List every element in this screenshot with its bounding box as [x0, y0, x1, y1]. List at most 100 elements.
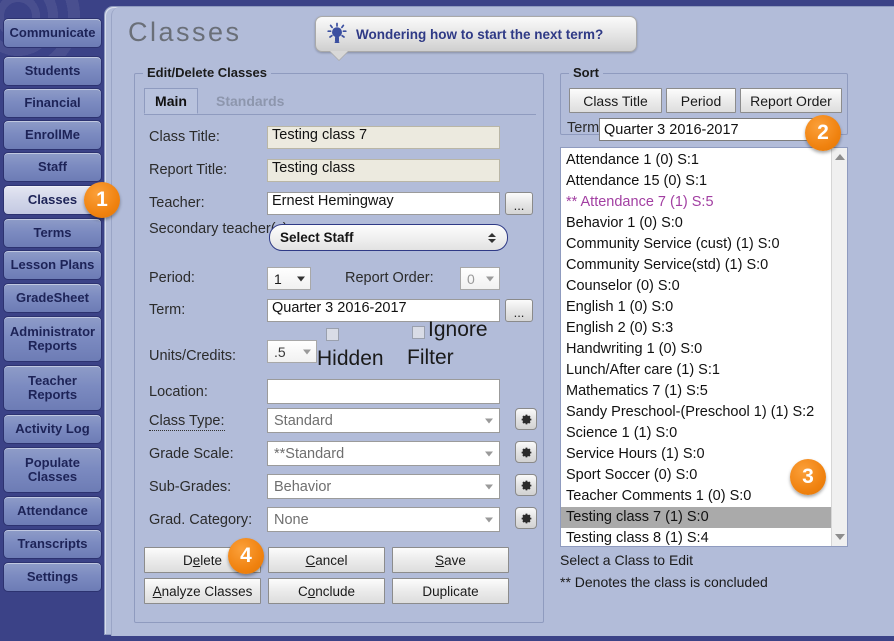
scroll-up-arrow-icon[interactable]: [834, 154, 845, 160]
list-item[interactable]: Community Service(std) (1) S:0: [561, 255, 831, 276]
grade-scale-settings-button[interactable]: [515, 441, 537, 463]
sub-grades-settings-button[interactable]: [515, 474, 537, 496]
sidebar-item-administrator-reports[interactable]: Administrator Reports: [3, 316, 102, 362]
step-badge-3: 3: [790, 459, 826, 495]
sort-term-value: Quarter 3 2016-2017: [604, 121, 739, 138]
tip-banner[interactable]: Wondering how to start the next term?: [315, 16, 637, 52]
sidebar-item-label: Populate Classes: [25, 455, 80, 484]
report-order-label: Report Order:: [345, 270, 434, 286]
list-item[interactable]: Counselor (0) S:0: [561, 276, 831, 297]
analyze-classes-button[interactable]: Analyze Classes: [144, 578, 261, 604]
term-label: Term:: [149, 302, 186, 318]
list-item-selected[interactable]: Testing class 7 (1) S:0: [561, 507, 831, 528]
location-input[interactable]: [267, 379, 500, 404]
duplicate-button[interactable]: Duplicate: [392, 578, 509, 604]
cancel-button-label: Cancel: [305, 552, 348, 568]
hidden-checkbox[interactable]: [326, 328, 339, 341]
tab-main[interactable]: Main: [144, 88, 198, 114]
sidebar-item-populate-classes[interactable]: Populate Classes: [3, 447, 102, 493]
sidebar-item-label: Administrator Reports: [9, 324, 96, 353]
sort-term-select[interactable]: Quarter 3 2016-2017: [599, 118, 825, 141]
grad-category-settings-button[interactable]: [515, 507, 537, 529]
list-item[interactable]: English 1 (0) S:0: [561, 297, 831, 318]
list-item[interactable]: Behavior 1 (0) S:0: [561, 213, 831, 234]
grad-category-label: Grad. Category:: [149, 512, 253, 528]
sort-panel: Sort Class Title Period Report Order Ter…: [560, 65, 848, 141]
ignore-filter-checkbox[interactable]: [412, 326, 425, 339]
ignore-filter-label-line2: Filter: [407, 346, 454, 369]
sort-class-title-button[interactable]: Class Title: [569, 88, 662, 113]
sidebar-item-lesson-plans[interactable]: Lesson Plans: [3, 250, 102, 280]
sidebar-item-students[interactable]: Students: [3, 56, 102, 86]
list-item[interactable]: Attendance 1 (0) S:1: [561, 150, 831, 171]
units-credits-select[interactable]: .5: [267, 340, 317, 363]
sidebar-item-settings[interactable]: Settings: [3, 562, 102, 592]
sidebar-item-activity-log[interactable]: Activity Log: [3, 414, 102, 444]
list-item[interactable]: English 2 (0) S:3: [561, 318, 831, 339]
sidebar-item-teacher-reports[interactable]: Teacher Reports: [3, 365, 102, 411]
sidebar-item-financial[interactable]: Financial: [3, 88, 102, 118]
sub-grades-value: Behavior: [274, 478, 332, 495]
save-button-label: Save: [435, 552, 466, 568]
list-item[interactable]: Service Hours (1) S:0: [561, 444, 831, 465]
list-item[interactable]: Lunch/After care (1) S:1: [561, 360, 831, 381]
class-title-label: Class Title:: [149, 129, 220, 145]
sidebar-item-label: Financial: [24, 95, 81, 111]
term-browse-button[interactable]: ...: [505, 299, 533, 322]
sidebar-item-transcripts[interactable]: Transcripts: [3, 529, 102, 559]
conclude-button[interactable]: Conclude: [268, 578, 385, 604]
hidden-label: Hidden: [317, 347, 384, 370]
sidebar-item-attendance[interactable]: Attendance: [3, 496, 102, 526]
list-item[interactable]: Handwriting 1 (0) S:0: [561, 339, 831, 360]
secondary-teacher-select[interactable]: Select Staff: [269, 224, 508, 251]
edit-delete-classes-panel: Edit/Delete Classes Main Standards Class…: [134, 65, 544, 623]
class-list-scrollbar[interactable]: [831, 148, 847, 546]
list-item[interactable]: Testing class 8 (1) S:4: [561, 528, 831, 546]
report-order-select[interactable]: 0: [460, 267, 500, 290]
list-item[interactable]: ** Attendance 7 (1) S:5: [561, 192, 831, 213]
list-item[interactable]: Teacher Comments 1 (0) S:0: [561, 486, 831, 507]
location-label: Location:: [149, 384, 208, 400]
sidebar-item-terms[interactable]: Terms: [3, 218, 102, 248]
duplicate-button-label: Duplicate: [422, 583, 479, 599]
sidebar-item-label: Staff: [38, 159, 67, 175]
cancel-button[interactable]: Cancel: [268, 547, 385, 573]
sort-class-title-label: Class Title: [583, 92, 648, 109]
scroll-down-arrow-icon[interactable]: [834, 534, 845, 540]
sub-grades-select[interactable]: Behavior: [267, 474, 500, 499]
tip-text: Wondering how to start the next term?: [356, 26, 604, 42]
grade-scale-select[interactable]: **Standard: [267, 441, 500, 466]
sidebar-item-label: Activity Log: [15, 421, 90, 437]
chevron-down-icon: [485, 451, 493, 456]
sidebar-item-label: Attendance: [17, 503, 88, 519]
tab-standards[interactable]: Standards: [206, 88, 294, 114]
sort-report-order-button[interactable]: Report Order: [740, 88, 842, 113]
list-hint-concluded: ** Denotes the class is concluded: [560, 574, 768, 590]
grad-category-select[interactable]: None: [267, 507, 500, 532]
report-title-input[interactable]: Testing class: [267, 159, 500, 182]
chevron-down-icon: [485, 517, 493, 522]
sidebar-item-staff[interactable]: Staff: [3, 152, 102, 182]
list-item[interactable]: Attendance 15 (0) S:1: [561, 171, 831, 192]
teacher-browse-button[interactable]: ...: [505, 192, 533, 215]
class-title-input[interactable]: Testing class 7: [267, 126, 500, 149]
class-type-settings-button[interactable]: [515, 408, 537, 430]
sidebar-item-label: Communicate: [9, 25, 96, 41]
list-item[interactable]: Sandy Preschool-(Preschool 1) (1) S:2: [561, 402, 831, 423]
chevron-down-icon: [485, 484, 493, 489]
sidebar-item-communicate[interactable]: Communicate: [3, 18, 102, 48]
period-select[interactable]: 1: [267, 267, 311, 290]
step-badge-4: 4: [228, 538, 264, 574]
teacher-input[interactable]: Ernest Hemingway: [267, 192, 500, 215]
sort-period-button[interactable]: Period: [666, 88, 736, 113]
save-button[interactable]: Save: [392, 547, 509, 573]
sidebar-item-gradesheet[interactable]: GradeSheet: [3, 283, 102, 313]
list-item[interactable]: Mathematics 7 (1) S:5: [561, 381, 831, 402]
ignore-filter-label-line1: Ignore: [428, 318, 488, 341]
sidebar-item-label: Classes: [27, 192, 78, 208]
class-type-label: Class Type:: [149, 413, 225, 431]
list-item[interactable]: Science 1 (1) S:0: [561, 423, 831, 444]
class-type-select[interactable]: Standard: [267, 408, 500, 433]
sidebar-item-enrollme[interactable]: EnrollMe: [3, 120, 102, 150]
list-item[interactable]: Community Service (cust) (1) S:0: [561, 234, 831, 255]
